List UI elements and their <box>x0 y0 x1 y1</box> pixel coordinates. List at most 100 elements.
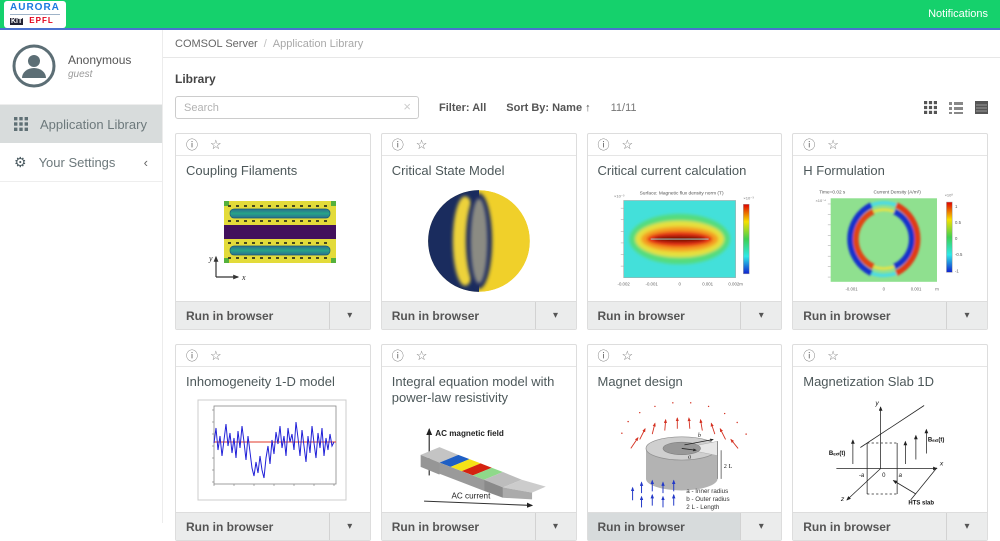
main-panel: COMSOL Server / Application Library Libr… <box>163 30 1000 523</box>
legend-line: a - Inner radius <box>687 488 729 495</box>
favorite-star-icon[interactable]: ☆ <box>210 349 222 362</box>
user-profile: Anonymous guest <box>0 30 162 105</box>
y-axis-exponent: ×10⁻⁴ <box>816 198 827 203</box>
sidebar-item-application-library[interactable]: Application Library <box>0 105 162 143</box>
app-thumbnail: y x <box>176 181 370 301</box>
plot-title: Current Density (A/m²) <box>874 190 922 196</box>
app-thumbnail: b a 2 L <box>588 392 782 512</box>
run-options-dropdown[interactable]: ▾ <box>535 513 576 540</box>
x-axis-label: x <box>241 273 246 282</box>
sort-control[interactable]: Sort By: Name ↑ <box>506 102 590 114</box>
run-options-dropdown[interactable]: ▾ <box>740 513 781 540</box>
magnetic-field-label: AC magnetic field <box>435 429 504 438</box>
breadcrumb-separator: / <box>264 38 267 50</box>
search-input[interactable] <box>175 96 419 119</box>
x-tick: 0.001 <box>703 282 714 287</box>
current-density-plot: Time=0.02 s Current Density (A/m²) ×10⁻⁴ <box>800 185 980 297</box>
run-options-dropdown[interactable]: ▾ <box>946 302 987 329</box>
colorbar-tick: 1 <box>955 204 958 209</box>
y-axis-label: y <box>875 400 880 407</box>
x-tick: -0.002 <box>618 282 631 287</box>
chevron-left-icon[interactable]: ‹ <box>144 155 148 170</box>
gear-icon: ⚙ <box>14 155 27 169</box>
run-in-browser-button[interactable]: Run in browser <box>382 302 535 329</box>
clear-search-icon[interactable]: × <box>403 99 411 114</box>
favorite-star-icon[interactable]: ☆ <box>622 138 634 151</box>
critical-current-signal-plot <box>190 398 355 506</box>
breadcrumb-current: Application Library <box>273 38 364 50</box>
sidebar-item-label: Your Settings <box>39 155 116 170</box>
page-title: Library <box>175 72 988 86</box>
grid-view-icon[interactable] <box>924 101 937 114</box>
breadcrumb-root[interactable]: COMSOL Server <box>175 38 258 50</box>
hts-slab-label: HTS slab <box>909 501 935 507</box>
colorbar-exponent: ×10⁸ <box>945 193 954 198</box>
x-tick: 0 <box>679 282 682 287</box>
run-options-dropdown[interactable]: ▾ <box>329 302 370 329</box>
sidebar-item-your-settings[interactable]: ⚙ Your Settings ‹ <box>0 143 162 182</box>
sidebar: Anonymous guest Application Library ⚙ Yo… <box>0 30 163 523</box>
info-icon[interactable]: ⓘ <box>803 350 815 362</box>
info-icon[interactable]: ⓘ <box>598 350 610 362</box>
run-options-dropdown[interactable]: ▾ <box>946 513 987 540</box>
run-options-dropdown[interactable]: ▾ <box>740 302 781 329</box>
run-in-browser-button[interactable]: Run in browser <box>793 302 946 329</box>
y-axis-label: y <box>208 254 213 263</box>
app-thumbnail: Time=0.02 s Current Density (A/m²) ×10⁻⁴ <box>793 181 987 301</box>
app-title: Critical current calculation <box>588 156 782 181</box>
app-title: Magnetization Slab 1D <box>793 367 987 392</box>
colorbar-tick: 0.5 <box>955 220 962 225</box>
info-icon[interactable]: ⓘ <box>598 139 610 151</box>
breadcrumb: COMSOL Server / Application Library <box>163 30 1000 58</box>
run-in-browser-button[interactable]: Run in browser <box>588 302 741 329</box>
z-axis-label: z <box>840 496 845 503</box>
app-card-magnetization-slab-1d: ⓘ ☆ Magnetization Slab 1D <box>792 344 988 541</box>
info-icon[interactable]: ⓘ <box>186 139 198 151</box>
info-icon[interactable]: ⓘ <box>803 139 815 151</box>
list-view-icon[interactable] <box>949 101 963 114</box>
sort-direction-icon[interactable]: ↑ <box>585 102 591 114</box>
run-in-browser-button[interactable]: Run in browser <box>793 513 946 540</box>
favorite-star-icon[interactable]: ☆ <box>827 349 839 362</box>
logo-epfl: EPFL <box>29 17 53 25</box>
info-icon[interactable]: ⓘ <box>186 350 198 362</box>
run-in-browser-button[interactable]: Run in browser <box>176 302 329 329</box>
logo-kit: KIT <box>10 18 23 25</box>
app-card-coupling-filaments: ⓘ ☆ Coupling Filaments <box>175 133 371 330</box>
x-tick: 0.002m <box>729 282 744 287</box>
inner-radius-marker: a <box>688 453 691 460</box>
time-label: Time=0.02 s <box>819 190 846 196</box>
info-icon[interactable]: ⓘ <box>392 350 404 362</box>
app-card-critical-state-model: ⓘ ☆ Critical State Model <box>381 133 577 330</box>
user-role: guest <box>68 69 131 80</box>
x-tick: 0 <box>883 286 886 291</box>
run-options-dropdown[interactable]: ▾ <box>535 302 576 329</box>
run-options-dropdown[interactable]: ▾ <box>329 513 370 540</box>
x-unit: m <box>935 286 939 291</box>
detail-view-icon[interactable] <box>975 101 988 114</box>
b-ext-right-label: Bₑₓₜ(t) <box>928 438 945 444</box>
favorite-star-icon[interactable]: ☆ <box>416 349 428 362</box>
magnet-3d-diagram: b a 2 L <box>598 393 770 511</box>
favorite-star-icon[interactable]: ☆ <box>622 349 634 362</box>
run-in-browser-button[interactable]: Run in browser <box>588 513 741 540</box>
view-switcher <box>924 101 988 114</box>
notifications-link[interactable]: Notifications <box>928 8 988 20</box>
critical-state-plot <box>425 187 533 295</box>
filter-control[interactable]: Filter: All <box>439 102 486 114</box>
run-in-browser-button[interactable]: Run in browser <box>176 513 329 540</box>
favorite-star-icon[interactable]: ☆ <box>210 138 222 151</box>
aurora-logo: AURORA KIT EPFL <box>4 1 66 28</box>
colorbar-exponent: ×10⁻³ <box>744 196 755 201</box>
app-title: Critical State Model <box>382 156 576 181</box>
favorite-star-icon[interactable]: ☆ <box>827 138 839 151</box>
info-icon[interactable]: ⓘ <box>392 139 404 151</box>
x-axis-label: x <box>939 461 944 468</box>
run-in-browser-button[interactable]: Run in browser <box>382 513 535 540</box>
legend-line: 2 L - Length <box>687 504 721 511</box>
x-tick: -0.001 <box>846 286 859 291</box>
library-toolbar: × Filter: All Sort By: Name ↑ 11/11 <box>175 96 988 119</box>
x-tick: 0.001 <box>911 286 922 291</box>
favorite-star-icon[interactable]: ☆ <box>416 138 428 151</box>
flux-density-plot: Surface: Magnetic flux density norm (T) … <box>594 185 774 297</box>
